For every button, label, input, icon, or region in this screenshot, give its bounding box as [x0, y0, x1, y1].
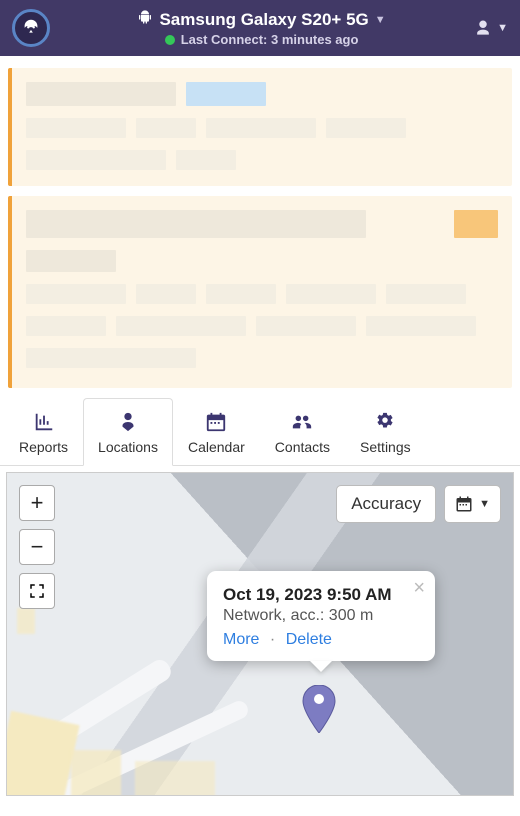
- zoom-controls: + −: [19, 485, 55, 609]
- date-picker-button[interactable]: ▼: [444, 485, 501, 523]
- tab-label: Contacts: [275, 439, 330, 455]
- location-popup: × Oct 19, 2023 9:50 AM Network, acc.: 30…: [207, 571, 435, 661]
- device-name: Samsung Galaxy S20+ 5G: [159, 10, 368, 30]
- bar-chart-icon: [33, 411, 55, 433]
- chevron-down-icon: ▼: [497, 22, 508, 34]
- status-text: Last Connect: 3 minutes ago: [181, 32, 359, 47]
- person-pin-icon: [117, 411, 139, 433]
- map-container[interactable]: + − Accuracy ▼ × Oct 19, 2023 9:50 AM Ne…: [6, 472, 514, 796]
- user-menu[interactable]: ▼: [473, 18, 508, 38]
- tab-contacts[interactable]: Contacts: [260, 398, 345, 465]
- tab-label: Locations: [98, 439, 158, 455]
- notice-card: [8, 196, 512, 388]
- zoom-in-button[interactable]: +: [19, 485, 55, 521]
- app-logo-icon: [12, 9, 50, 47]
- chevron-down-icon: ▼: [479, 498, 490, 510]
- popup-delete-link[interactable]: Delete: [286, 631, 332, 648]
- app-header: Samsung Galaxy S20+ 5G ▼ Last Connect: 3…: [0, 0, 520, 56]
- accuracy-button[interactable]: Accuracy: [336, 485, 436, 523]
- popup-subtitle: Network, acc.: 300 m: [223, 607, 419, 625]
- location-pin-icon[interactable]: [301, 685, 337, 733]
- calendar-icon: [455, 495, 473, 513]
- tab-reports[interactable]: Reports: [4, 398, 83, 465]
- status-dot-icon: [165, 35, 175, 45]
- gears-icon: [374, 411, 396, 433]
- close-icon[interactable]: ×: [413, 577, 425, 600]
- tab-locations[interactable]: Locations: [83, 398, 173, 466]
- popup-title: Oct 19, 2023 9:50 AM: [223, 585, 419, 605]
- tab-label: Calendar: [188, 439, 245, 455]
- tab-label: Settings: [360, 439, 411, 455]
- fullscreen-button[interactable]: [19, 573, 55, 609]
- zoom-out-button[interactable]: −: [19, 529, 55, 565]
- connection-status: Last Connect: 3 minutes ago: [165, 32, 359, 47]
- tab-label: Reports: [19, 439, 68, 455]
- main-tabs: Reports Locations Calendar Contacts Sett…: [0, 398, 520, 466]
- android-icon: [137, 9, 153, 30]
- tab-settings[interactable]: Settings: [345, 398, 426, 465]
- notice-cards: [0, 56, 520, 388]
- map-top-controls: Accuracy ▼: [336, 485, 501, 523]
- popup-actions: More · Delete: [223, 631, 419, 649]
- calendar-icon: [205, 411, 227, 433]
- tab-calendar[interactable]: Calendar: [173, 398, 260, 465]
- device-selector[interactable]: Samsung Galaxy S20+ 5G ▼: [137, 9, 385, 30]
- accuracy-label: Accuracy: [351, 494, 421, 514]
- separator: ·: [270, 631, 275, 648]
- fullscreen-icon: [28, 582, 46, 600]
- users-icon: [291, 411, 313, 433]
- user-icon: [473, 18, 493, 38]
- chevron-down-icon: ▼: [375, 14, 386, 26]
- popup-more-link[interactable]: More: [223, 631, 259, 648]
- notice-card: [8, 68, 512, 186]
